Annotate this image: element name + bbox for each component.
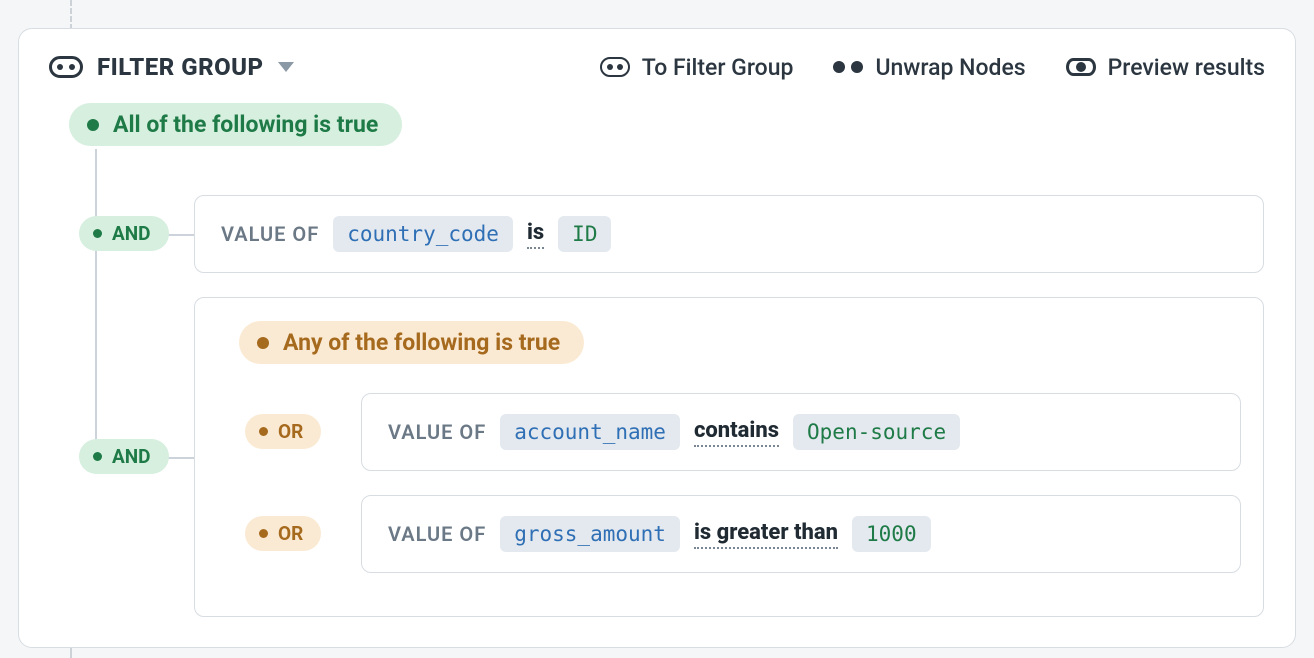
condition-row[interactable]: VALUE OF gross_amount is greater than 10…: [361, 495, 1241, 573]
tree-connector-outer-top: [70, 0, 72, 30]
card-header-left: FILTER GROUP: [49, 53, 294, 81]
condition-row[interactable]: VALUE OF country_code is ID: [194, 195, 1264, 273]
dot-icon: [259, 529, 268, 538]
condition-row[interactable]: VALUE OF account_name contains Open-sour…: [361, 393, 1241, 471]
chevron-down-icon[interactable]: [278, 62, 294, 72]
dot-icon: [93, 452, 102, 461]
card-header: FILTER GROUP To Filter Group Unwrap Node…: [49, 53, 1265, 81]
operator-chip[interactable]: is greater than: [694, 520, 838, 549]
and-label: AND: [112, 447, 151, 466]
or-label: OR: [278, 524, 303, 543]
all-group-label: All of the following is true: [113, 113, 378, 136]
eye-icon: [1066, 58, 1096, 76]
unwrap-nodes-button[interactable]: Unwrap Nodes: [833, 54, 1025, 81]
tree-connector-outer-bottom: [70, 648, 72, 658]
card-title: FILTER GROUP: [97, 53, 264, 81]
value-chip[interactable]: ID: [558, 216, 611, 252]
field-chip[interactable]: gross_amount: [500, 516, 680, 552]
or-label: OR: [278, 422, 303, 441]
nodes-icon: [833, 61, 863, 73]
preview-results-button[interactable]: Preview results: [1066, 54, 1265, 81]
tree-connector: [95, 149, 97, 461]
and-label: AND: [112, 224, 151, 243]
filter-group-icon: [600, 57, 630, 77]
preview-results-label: Preview results: [1108, 54, 1265, 81]
dot-icon: [93, 229, 102, 238]
card-header-actions: To Filter Group Unwrap Nodes Preview res…: [600, 54, 1265, 81]
filter-tree: All of the following is true AND VALUE O…: [49, 103, 1265, 623]
value-of-label: VALUE OF: [388, 420, 486, 444]
and-connector-2[interactable]: AND: [79, 439, 169, 474]
field-chip[interactable]: account_name: [500, 414, 680, 450]
any-group-label: Any of the following is true: [283, 331, 560, 354]
value-of-label: VALUE OF: [388, 522, 486, 546]
operator-chip[interactable]: is: [527, 220, 544, 249]
dot-icon: [257, 337, 269, 349]
value-chip[interactable]: Open-source: [793, 414, 960, 450]
and-connector-1[interactable]: AND: [79, 216, 169, 251]
or-connector-2[interactable]: OR: [245, 516, 321, 551]
any-group-pill[interactable]: Any of the following is true: [239, 321, 584, 364]
value-chip[interactable]: 1000: [852, 516, 931, 552]
dot-icon: [259, 427, 268, 436]
or-connector-1[interactable]: OR: [245, 414, 321, 449]
filter-group-card: FILTER GROUP To Filter Group Unwrap Node…: [18, 28, 1296, 648]
to-filter-group-label: To Filter Group: [642, 54, 794, 81]
value-of-label: VALUE OF: [221, 222, 319, 246]
field-chip[interactable]: country_code: [333, 216, 513, 252]
all-group-pill[interactable]: All of the following is true: [69, 103, 402, 146]
operator-chip[interactable]: contains: [694, 418, 779, 447]
to-filter-group-button[interactable]: To Filter Group: [600, 54, 794, 81]
dot-icon: [87, 119, 99, 131]
unwrap-nodes-label: Unwrap Nodes: [875, 54, 1025, 81]
filter-group-icon: [49, 56, 83, 78]
